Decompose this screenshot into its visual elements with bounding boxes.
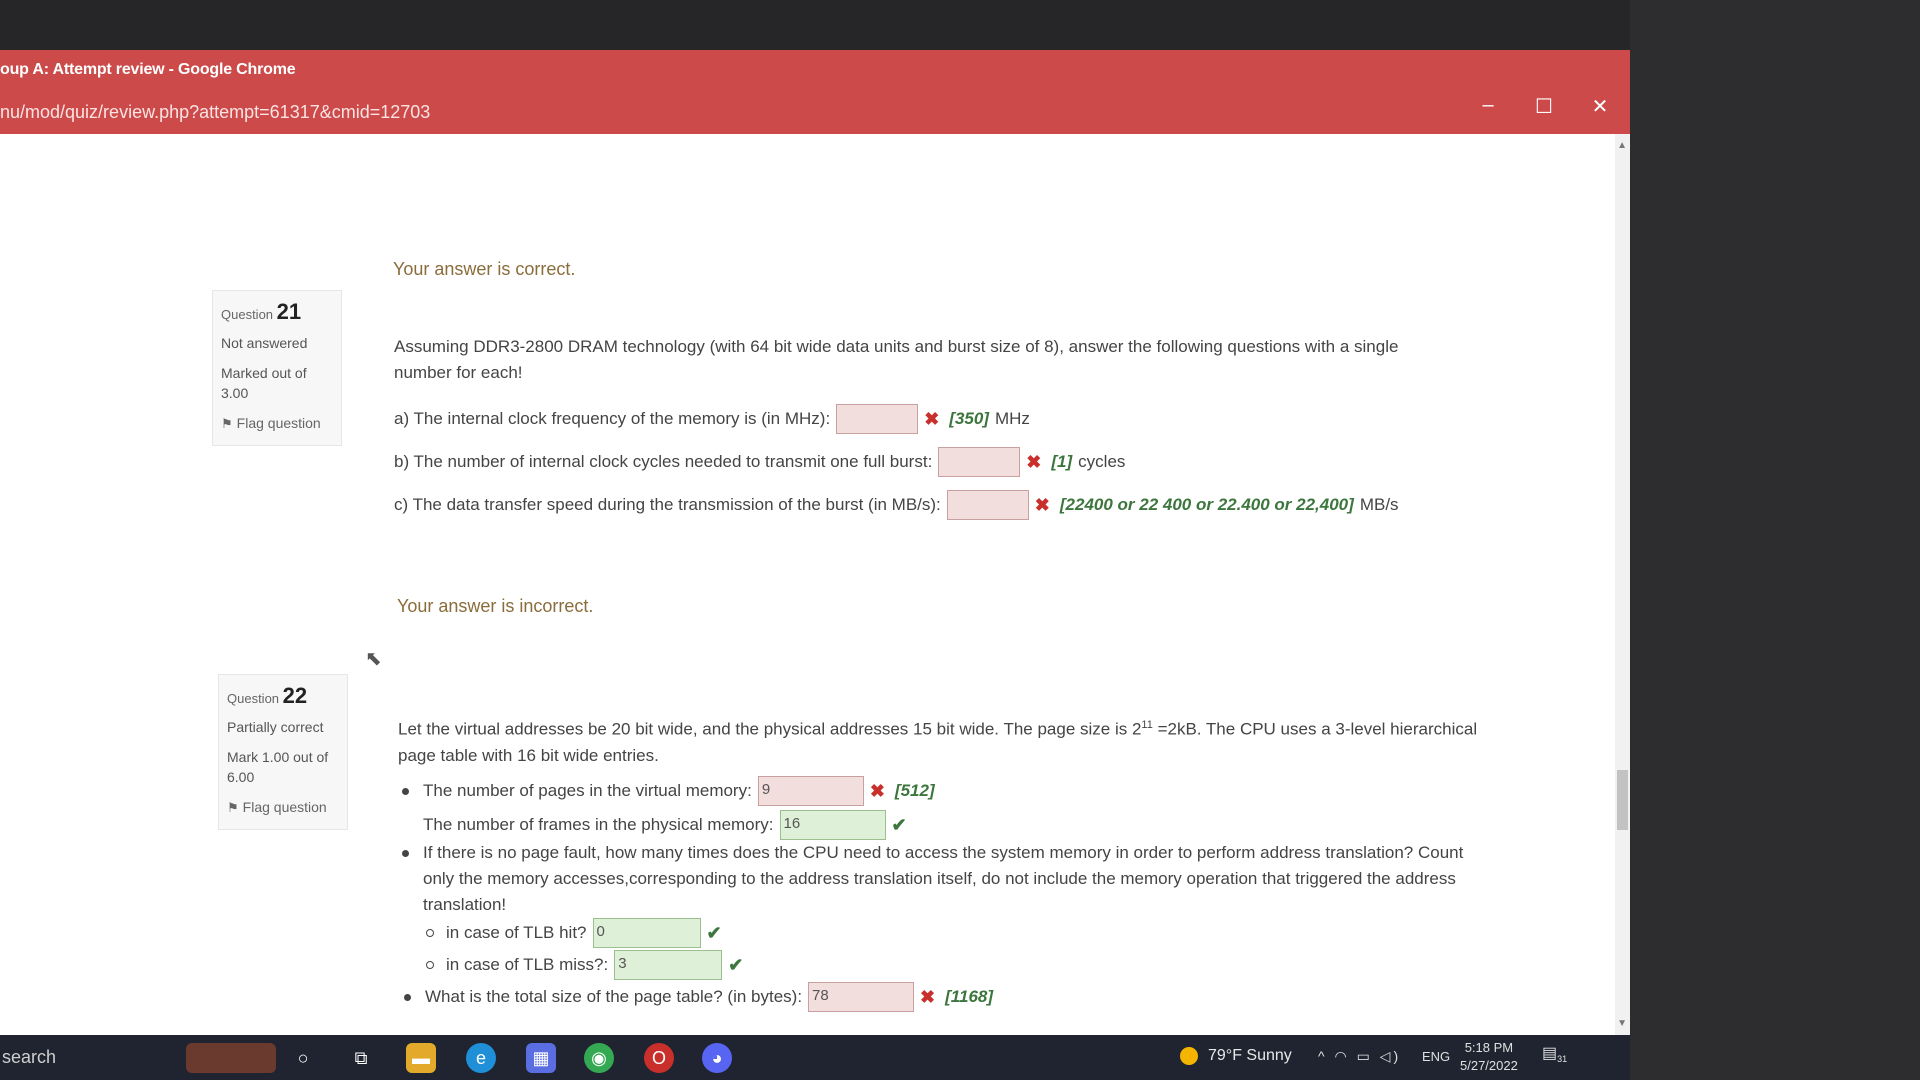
correct-check-icon: ✔ [706, 922, 722, 943]
language-indicator[interactable]: ENG [1422, 1049, 1450, 1064]
question-grade: Marked out of 3.00 [221, 365, 307, 401]
taskbar-search[interactable]: search [0, 1035, 180, 1080]
circle-bullet-icon [426, 961, 434, 969]
title-bar: oup A: Attempt review - Google Chrome [0, 50, 1630, 90]
minimize-button[interactable]: – [1478, 94, 1498, 119]
question-grade: Mark 1.00 out of 6.00 [227, 749, 329, 785]
clock[interactable]: 5:18 PM 5/27/2022 [1460, 1039, 1518, 1075]
tlb-hit-input[interactable]: 0 [592, 918, 701, 948]
cortana-icon[interactable]: ○ [288, 1043, 318, 1073]
correct-answer: [350] [949, 409, 989, 428]
flag-question-link[interactable]: ⚑ Flag question [227, 799, 339, 816]
unit-label: MHz [994, 409, 1030, 428]
q21-part-b: b) The number of internal clock cycles n… [394, 447, 1125, 477]
question-22-text: Let the virtual addresses be 20 bit wide… [398, 719, 1478, 765]
maximize-button[interactable]: ☐ [1534, 94, 1554, 119]
question-21-info: Question 21 Not answered Marked out of 3… [212, 290, 342, 446]
question-21-text: Assuming DDR3-2800 DRAM technology (with… [394, 337, 1399, 382]
edge-icon[interactable]: e [466, 1043, 496, 1073]
task-view-icon[interactable]: ⧉ [346, 1043, 376, 1073]
address-bar[interactable]: nu/mod/quiz/review.php?attempt=61317&cmi… [0, 90, 1630, 134]
discord-icon[interactable]: ◕ [702, 1043, 732, 1073]
q22-tlb-miss: in case of TLB miss?: 3 ✔ [426, 950, 743, 980]
flag-icon: ⚑ [221, 416, 233, 431]
part-prompt: in case of TLB miss?: [446, 955, 609, 974]
part-prompt: The number of frames in the physical mem… [423, 815, 774, 834]
mouse-cursor-icon: ⬉ [365, 648, 382, 670]
previous-feedback: Your answer is correct. [393, 259, 576, 279]
scroll-down-icon[interactable]: ▼ [1617, 1018, 1627, 1029]
part-prompt: If there is no page fault, how many time… [423, 843, 1464, 914]
incorrect-icon: ✖ [869, 780, 885, 801]
q22-table-size: What is the total size of the page table… [404, 982, 993, 1012]
question-state: Partially correct [227, 719, 324, 735]
unit-label: MB/s [1359, 495, 1399, 514]
tlb-miss-input[interactable]: 3 [614, 950, 723, 980]
table-size-input[interactable]: 78 [808, 982, 915, 1012]
question-21-feedback: Your answer is incorrect. [397, 596, 594, 616]
part-prompt: in case of TLB hit? [446, 923, 587, 942]
bullet-icon [402, 850, 409, 857]
q22-tlb-hit: in case of TLB hit? 0 ✔ [426, 918, 722, 948]
browser-window: oup A: Attempt review - Google Chrome nu… [0, 50, 1630, 1035]
correct-answer: [22400 or 22 400 or 22.400 or 22,400] [1059, 495, 1354, 514]
question-22-info: Question 22 Partially correct Mark 1.00 … [218, 674, 348, 830]
correct-answer: [1] [1051, 452, 1073, 471]
bullet-icon [402, 787, 409, 795]
window-title: oup A: Attempt review - Google Chrome [0, 61, 296, 78]
part-prompt: The number of pages in the virtual memor… [423, 781, 752, 800]
correct-check-icon: ✔ [891, 814, 907, 835]
sun-icon [1180, 1047, 1198, 1065]
notification-icon[interactable]: ▤31 [1542, 1043, 1567, 1064]
window-controls: – ☐ ✕ [1478, 94, 1610, 119]
part-prompt: a) The internal clock frequency of the m… [394, 409, 831, 428]
flag-question-link[interactable]: ⚑ Flag question [221, 415, 333, 432]
question-number: Question 22 [227, 683, 308, 708]
store-icon[interactable]: ▦ [526, 1043, 556, 1073]
question-number: Question 21 [221, 299, 302, 324]
incorrect-icon: ✖ [924, 408, 940, 429]
vertical-scrollbar[interactable] [1615, 134, 1630, 1035]
url-text[interactable]: nu/mod/quiz/review.php?attempt=61317&cmi… [0, 102, 430, 123]
answer-input[interactable] [938, 447, 1021, 477]
flag-icon: ⚑ [227, 800, 239, 815]
q22-frames: The number of frames in the physical mem… [423, 810, 907, 840]
q21-part-a: a) The internal clock frequency of the m… [394, 404, 1030, 434]
incorrect-icon: ✖ [1026, 451, 1042, 472]
taskbar: search ○ ⧉ ▬ e ▦ ◉ O ◕ 79°F Sunny ^ ◠ ▭ … [0, 1035, 1630, 1080]
opera-icon[interactable]: O [644, 1043, 674, 1073]
system-tray-icons[interactable]: ^ ◠ ▭ ◁) [1318, 1048, 1401, 1065]
q22-access-question: If there is no page fault, how many time… [402, 840, 1492, 918]
answer-input[interactable] [836, 404, 919, 434]
scroll-up-icon[interactable]: ▲ [1617, 140, 1627, 151]
weather-widget[interactable]: 79°F Sunny [1180, 1047, 1292, 1065]
search-highlight-icon[interactable] [186, 1043, 276, 1073]
file-explorer-icon[interactable]: ▬ [406, 1043, 436, 1073]
question-state: Not answered [221, 335, 308, 351]
circle-bullet-icon [426, 929, 434, 937]
q22-pages: The number of pages in the virtual memor… [402, 776, 935, 806]
bullet-icon [404, 993, 411, 1001]
scrollbar-thumb[interactable] [1617, 770, 1628, 830]
q21-part-c: c) The data transfer speed during the tr… [394, 490, 1399, 520]
frames-input[interactable]: 16 [779, 810, 886, 840]
unit-label: cycles [1078, 452, 1126, 471]
part-prompt: What is the total size of the page table… [425, 987, 803, 1006]
quiz-content: Your answer is correct. Question 21 Not … [0, 134, 1615, 1035]
chrome-icon[interactable]: ◉ [584, 1043, 614, 1073]
correct-answer: [512] [894, 781, 935, 800]
answer-input[interactable] [946, 490, 1029, 520]
pages-input[interactable]: 9 [757, 776, 864, 806]
monitor-bezel-right [1630, 0, 1920, 1080]
part-prompt: c) The data transfer speed during the tr… [394, 495, 941, 514]
part-prompt: b) The number of internal clock cycles n… [394, 452, 933, 471]
incorrect-icon: ✖ [1034, 494, 1050, 515]
correct-check-icon: ✔ [728, 954, 744, 975]
incorrect-icon: ✖ [920, 986, 936, 1007]
correct-answer: [1168] [945, 987, 994, 1006]
close-button[interactable]: ✕ [1590, 94, 1610, 119]
